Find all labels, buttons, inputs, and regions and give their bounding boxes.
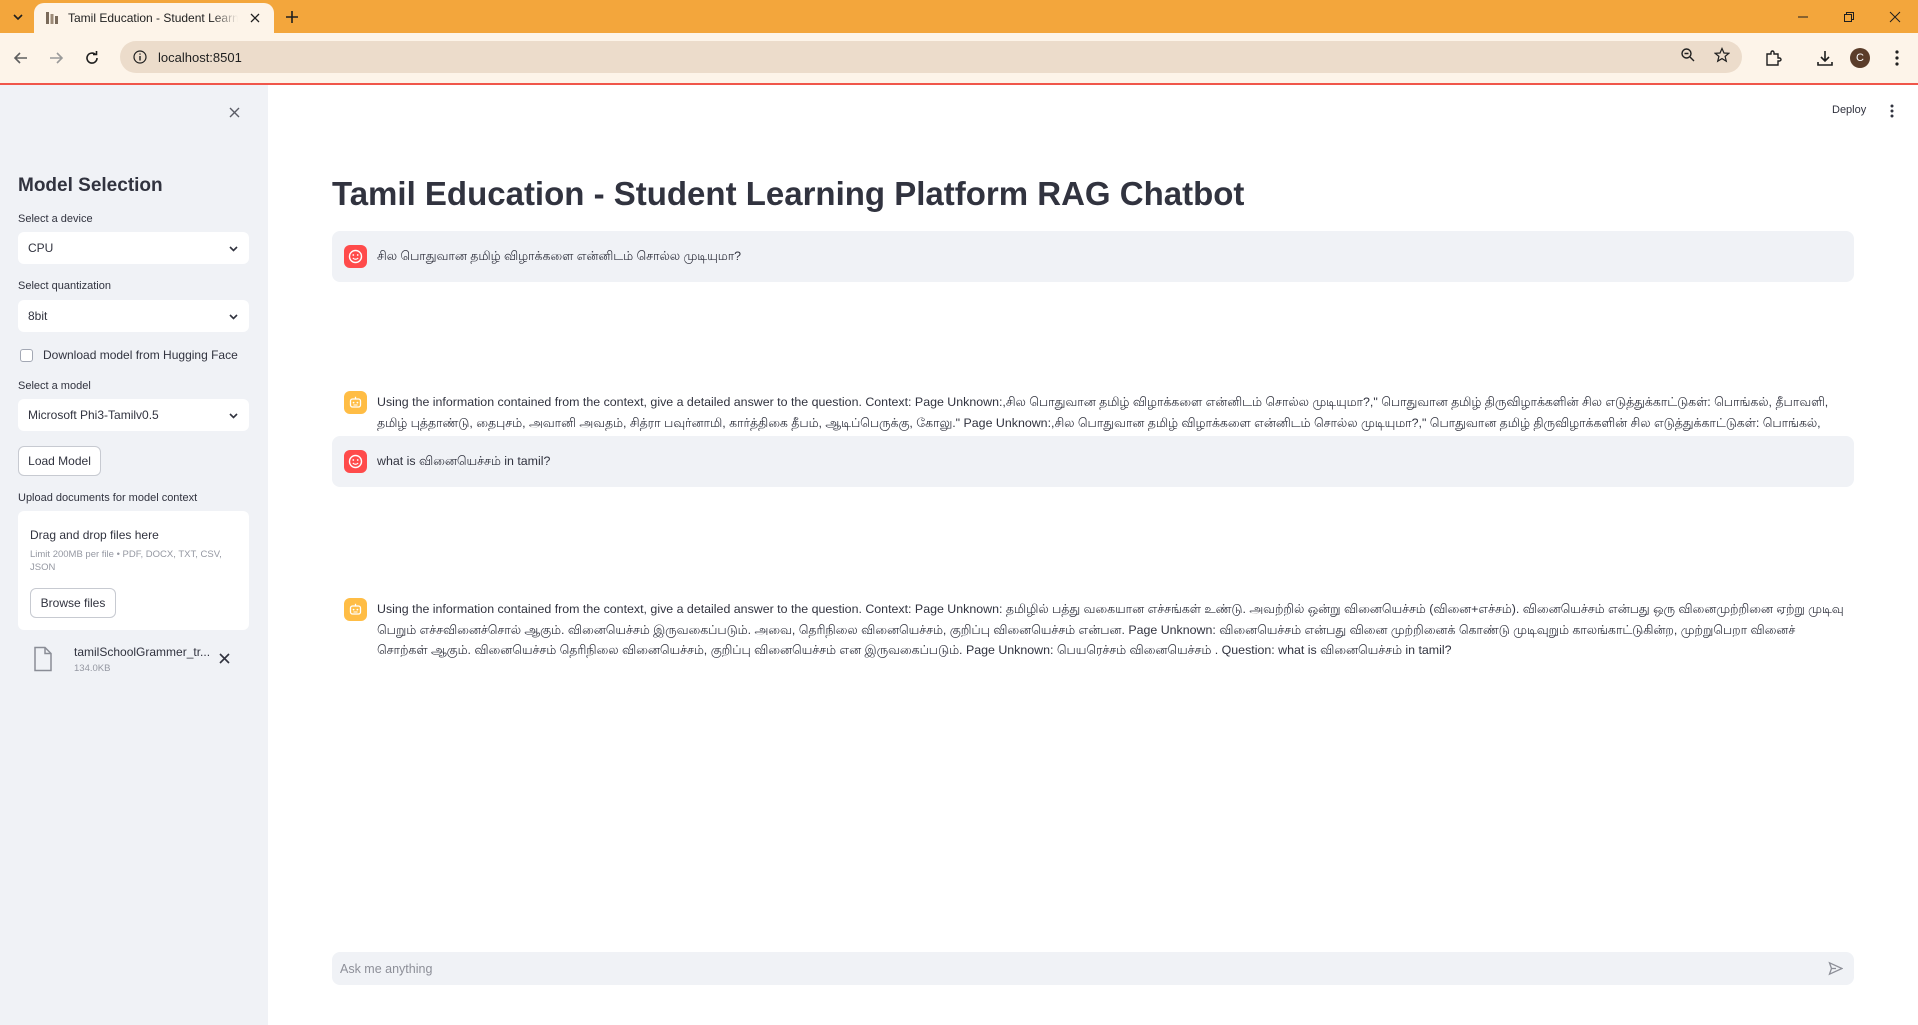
chevron-down-icon xyxy=(228,410,239,421)
message-text: சில பொதுவான தமிழ் விழாக்களை என்னிடம் சொல… xyxy=(377,249,742,263)
forward-button[interactable] xyxy=(44,46,68,70)
model-label: Select a model xyxy=(18,380,91,392)
download-model-checkbox[interactable] xyxy=(20,348,33,362)
message-text: Using the information contained from the… xyxy=(377,602,1844,657)
device-select-value: CPU xyxy=(28,241,54,255)
tab-search-button[interactable] xyxy=(6,5,30,29)
browser-tabstrip: Tamil Education - Student Learning Platf… xyxy=(0,0,1918,33)
extensions-icon[interactable] xyxy=(1761,46,1785,70)
message-text: what is வினையெச்சம் in tamil? xyxy=(377,454,551,468)
chevron-down-icon xyxy=(228,311,239,322)
document-icon xyxy=(34,646,52,672)
device-select[interactable]: CPU xyxy=(18,232,249,264)
file-dropzone[interactable]: Drag and drop files here Limit 200MB per… xyxy=(18,511,249,630)
upload-label: Upload documents for model context xyxy=(18,492,198,504)
quantization-label: Select quantization xyxy=(18,280,111,292)
tab-close-icon[interactable] xyxy=(246,9,264,27)
sidebar-heading: Model Selection xyxy=(18,175,163,196)
minimize-icon xyxy=(1798,16,1808,17)
uploaded-file-name: tamilSchoolGrammer_tr... xyxy=(74,645,211,659)
model-select[interactable]: Microsoft Phi3-Tamilv0.5 xyxy=(18,399,249,431)
tab-title: Tamil Education - Student Learning Platf… xyxy=(68,11,238,25)
new-tab-button[interactable] xyxy=(280,5,304,29)
chevron-down-icon xyxy=(13,14,23,21)
download-icon[interactable] xyxy=(1813,46,1837,70)
bookmark-star-icon[interactable] xyxy=(1713,46,1731,68)
chevron-down-icon xyxy=(228,243,239,254)
chat-input[interactable] xyxy=(340,961,1824,976)
model-select-value: Microsoft Phi3-Tamilv0.5 xyxy=(28,408,159,422)
uploaded-file-size: 134.0KB xyxy=(74,663,111,674)
restore-icon xyxy=(1844,11,1854,22)
profile-avatar[interactable]: C xyxy=(1850,48,1870,68)
smiley-face-icon xyxy=(344,245,367,268)
browser-toolbar: localhost:8501 C xyxy=(0,33,1918,83)
plus-icon xyxy=(286,11,298,23)
sidebar-collapse-button[interactable] xyxy=(224,102,244,122)
download-model-checkbox-row[interactable]: Download model from Hugging Face xyxy=(20,348,238,362)
sidebar: Model Selection Select a device CPU Sele… xyxy=(0,85,268,1025)
chat-message-user: what is வினையெச்சம் in tamil? xyxy=(332,436,1854,487)
quantization-select[interactable]: 8bit xyxy=(18,300,249,332)
main-content: Deploy Tamil Education - Student Learnin… xyxy=(268,85,1918,1025)
favicon-icon xyxy=(44,10,60,26)
arrow-right-icon xyxy=(50,52,64,64)
chat-message-user: சில பொதுவான தமிழ் விழாக்களை என்னிடம் சொல… xyxy=(332,231,1854,282)
remove-file-icon[interactable] xyxy=(216,650,232,666)
load-model-button[interactable]: Load Model xyxy=(18,446,101,476)
dropzone-limit-text: Limit 200MB per file • PDF, DOCX, TXT, C… xyxy=(30,549,222,573)
page-title: Tamil Education - Student Learning Platf… xyxy=(332,175,1245,212)
reload-button[interactable] xyxy=(80,46,104,70)
dropzone-title: Drag and drop files here xyxy=(30,528,159,542)
arrow-left-icon xyxy=(13,52,27,64)
uploaded-file-item: tamilSchoolGrammer_tr... 134.0KB xyxy=(32,643,252,683)
url-text: localhost:8501 xyxy=(158,49,242,65)
window-controls xyxy=(1780,0,1918,33)
reload-icon xyxy=(86,51,98,64)
robot-face-icon xyxy=(344,598,367,621)
quantization-select-value: 8bit xyxy=(28,309,48,323)
chat-input-container xyxy=(332,952,1854,985)
device-label: Select a device xyxy=(18,213,93,225)
robot-face-icon xyxy=(344,391,367,414)
browse-files-button[interactable]: Browse files xyxy=(30,588,116,618)
download-model-checkbox-label: Download model from Hugging Face xyxy=(43,348,238,362)
site-info-icon[interactable] xyxy=(132,49,148,65)
browser-tab-active[interactable]: Tamil Education - Student Learning Platf… xyxy=(34,3,274,33)
zoom-icon[interactable] xyxy=(1680,47,1696,68)
close-icon xyxy=(229,107,239,117)
browser-menu-icon[interactable] xyxy=(1885,46,1909,70)
send-arrow-icon[interactable] xyxy=(1824,958,1846,980)
close-window-button[interactable] xyxy=(1872,0,1918,33)
app-menu-icon[interactable] xyxy=(1884,102,1900,120)
address-bar[interactable]: localhost:8501 xyxy=(120,41,1742,73)
minimize-button[interactable] xyxy=(1780,0,1826,33)
smiley-face-icon xyxy=(344,450,367,473)
back-button[interactable] xyxy=(9,46,33,70)
chat-message-assistant: Using the information contained from the… xyxy=(332,503,1854,657)
close-icon xyxy=(1889,11,1901,22)
restore-button[interactable] xyxy=(1826,0,1872,33)
deploy-button[interactable]: Deploy xyxy=(1832,104,1866,116)
